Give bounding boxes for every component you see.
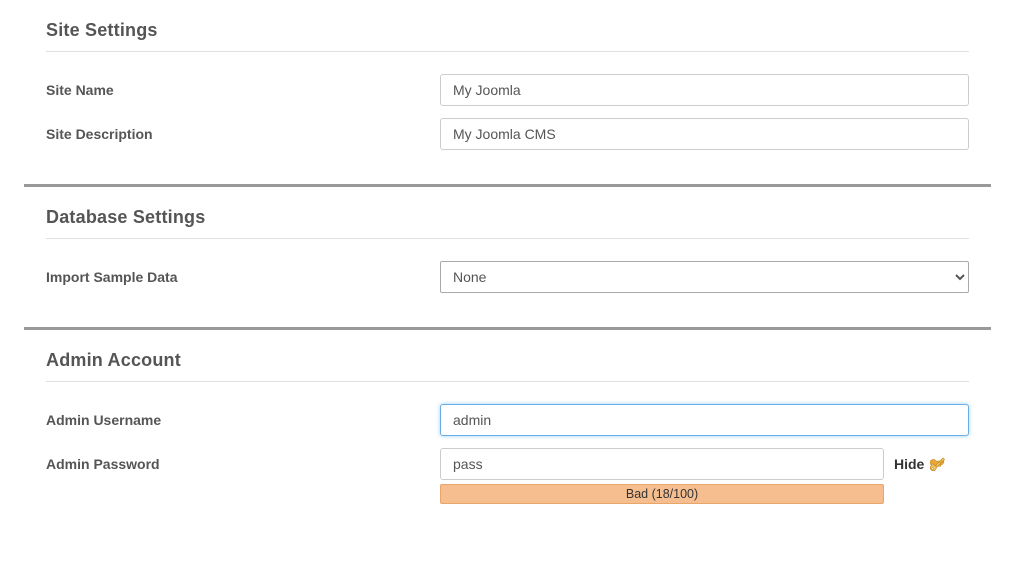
admin-username-input[interactable] — [440, 404, 969, 436]
divider — [46, 381, 969, 382]
password-toggle[interactable]: Hide — [894, 455, 946, 473]
site-settings-title: Site Settings — [24, 20, 991, 41]
import-sample-select[interactable]: None — [440, 261, 969, 293]
divider — [46, 238, 969, 239]
site-description-label: Site Description — [24, 118, 440, 142]
password-toggle-label: Hide — [894, 456, 924, 472]
admin-password-input[interactable] — [440, 448, 884, 480]
site-name-input[interactable] — [440, 74, 969, 106]
divider — [46, 51, 969, 52]
import-sample-label: Import Sample Data — [24, 261, 440, 285]
database-settings-title: Database Settings — [24, 207, 991, 228]
admin-username-label: Admin Username — [24, 404, 440, 428]
key-icon — [928, 455, 946, 473]
admin-account-title: Admin Account — [24, 350, 991, 371]
site-description-input[interactable] — [440, 118, 969, 150]
site-settings-section: Site Settings Site Name Site Description — [24, 0, 991, 156]
admin-account-section: Admin Account Admin Username Admin Passw… — [24, 330, 991, 510]
database-settings-section: Database Settings Import Sample Data Non… — [24, 187, 991, 299]
admin-password-label: Admin Password — [24, 448, 440, 472]
site-name-label: Site Name — [24, 74, 440, 98]
password-strength-bar: Bad (18/100) — [440, 484, 884, 504]
